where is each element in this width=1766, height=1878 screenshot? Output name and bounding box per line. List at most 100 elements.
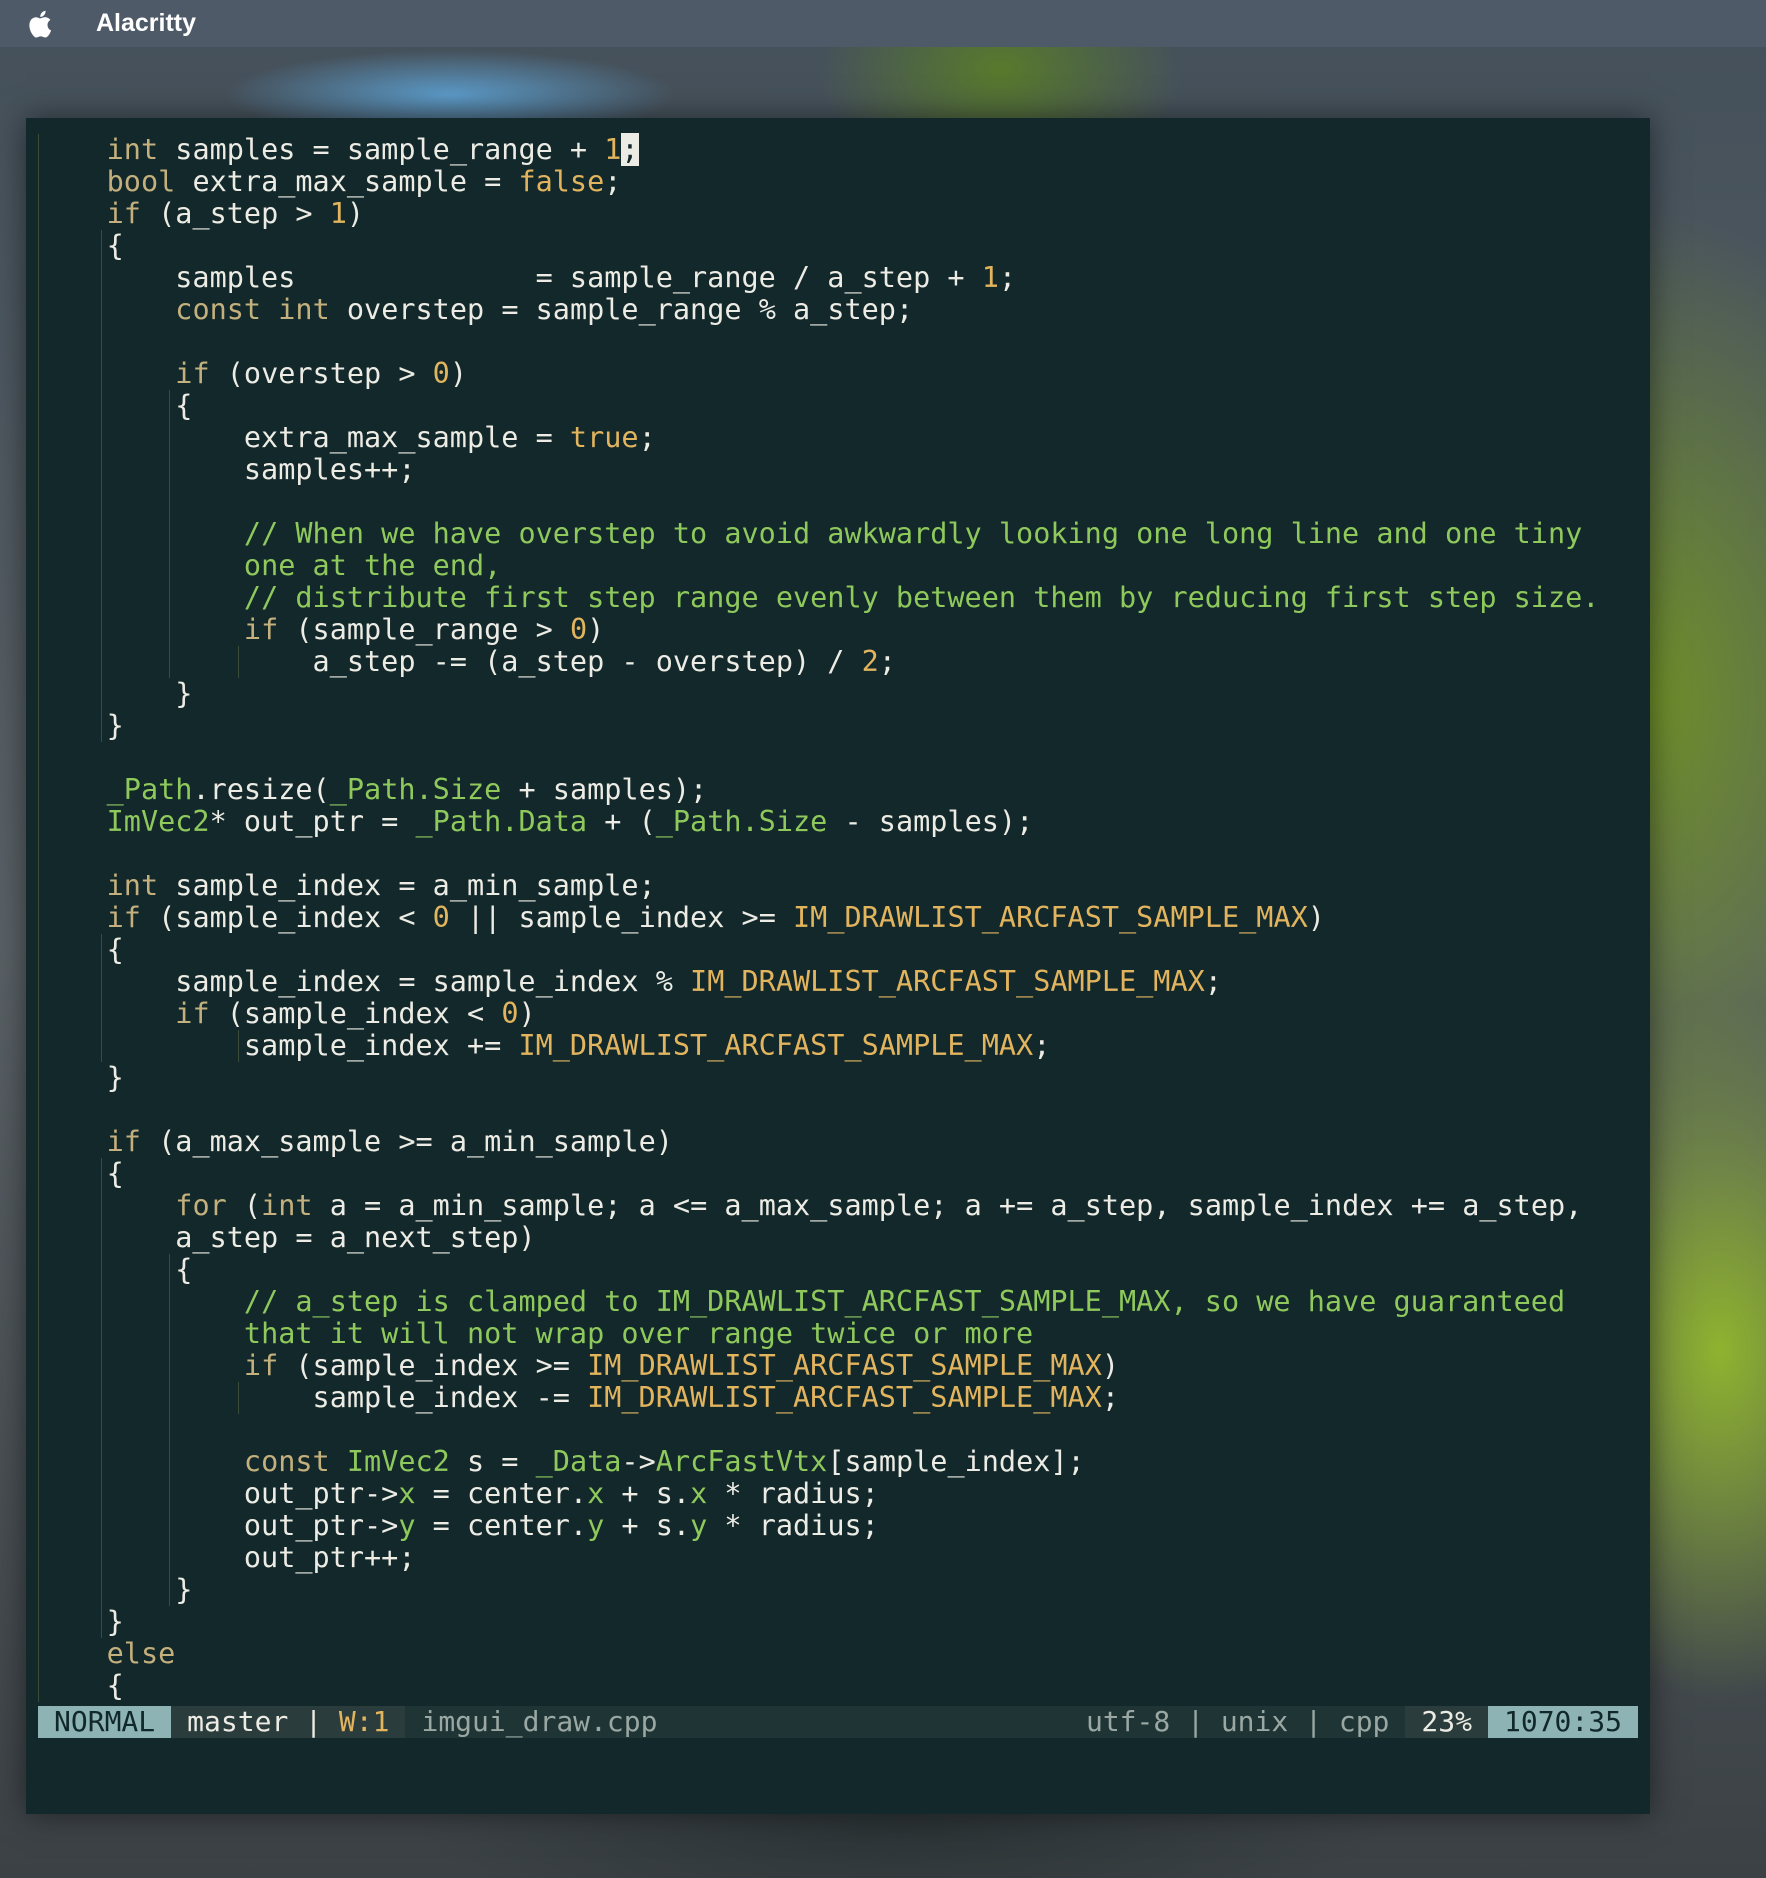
code-line[interactable]: sample_index = sample_index % IM_DRAWLIS…	[38, 966, 1638, 998]
code-token: {	[38, 1157, 124, 1190]
code-token: (sample_index <	[140, 901, 433, 934]
code-line[interactable]: {	[38, 934, 1638, 966]
code-line[interactable]: }	[38, 678, 1638, 710]
code-token: ->	[621, 1445, 656, 1478]
code-line[interactable]: a_step = a_next_step)	[38, 1222, 1638, 1254]
code-line[interactable]: a_step -= (a_step - overstep) / 2;	[38, 646, 1638, 678]
apple-icon[interactable]	[26, 7, 56, 41]
code-line[interactable]: // When we have overstep to avoid awkwar…	[38, 518, 1638, 550]
code-line[interactable]: _Path.resize(_Path.Size + samples);	[38, 774, 1638, 806]
warnings-count: W:1	[338, 1705, 390, 1738]
code-token: 0	[432, 901, 450, 934]
code-token: (sample_index >=	[278, 1349, 588, 1382]
git-separator: |	[288, 1705, 339, 1738]
code-line[interactable]	[38, 1414, 1638, 1446]
code-line[interactable]	[38, 326, 1638, 358]
code-token: )	[449, 357, 468, 390]
code-token: ArcFastVtx	[655, 1445, 828, 1478]
code-token: (sample_index <	[209, 997, 502, 1030]
code-token: ;	[998, 261, 1017, 294]
code-line[interactable]: ImVec2* out_ptr = _Path.Data + (_Path.Si…	[38, 806, 1638, 838]
code-line[interactable]: // distribute first step range evenly be…	[38, 582, 1638, 614]
code-line[interactable]: // a_step is clamped to IM_DRAWLIST_ARCF…	[38, 1286, 1638, 1318]
code-token: out_ptr++;	[38, 1541, 416, 1574]
code-line[interactable]: }	[38, 1606, 1638, 1638]
code-line[interactable]: }	[38, 1574, 1638, 1606]
code-line[interactable]: {	[38, 1254, 1638, 1286]
code-token: for	[175, 1189, 227, 1222]
code-line[interactable]	[38, 838, 1638, 870]
code-line[interactable]: }	[38, 1062, 1638, 1094]
code-token: a = a_min_sample; a <= a_max_sample; a +…	[312, 1189, 1583, 1222]
code-line[interactable]: out_ptr->y = center.y + s.y * radius;	[38, 1510, 1638, 1542]
terminal-window[interactable]: int samples = sample_range + 1; bool ext…	[26, 118, 1650, 1814]
code-token: }	[38, 677, 193, 710]
code-token: bool	[106, 165, 176, 198]
code-line[interactable]: if (sample_index < 0 || sample_index >= …	[38, 902, 1638, 934]
code-token: * radius;	[707, 1477, 879, 1510]
code-token: )	[1307, 901, 1325, 934]
code-line[interactable]: if (sample_range > 0)	[38, 614, 1638, 646]
code-token: )	[518, 997, 536, 1030]
code-line[interactable]	[38, 486, 1638, 518]
code-line[interactable]: if (a_max_sample >= a_min_sample)	[38, 1126, 1638, 1158]
code-token: int	[106, 133, 159, 166]
app-name[interactable]: Alacritty	[96, 9, 196, 38]
code-line[interactable]: samples = sample_range / a_step + 1;	[38, 262, 1638, 294]
code-line[interactable]: out_ptr++;	[38, 1542, 1638, 1574]
code-line[interactable]: extra_max_sample = true;	[38, 422, 1638, 454]
code-line[interactable]: {	[38, 230, 1638, 262]
code-token: )	[587, 613, 605, 646]
code-token: one at the end,	[243, 549, 502, 582]
code-token: }	[38, 1605, 124, 1638]
code-line[interactable]: if (sample_index >= IM_DRAWLIST_ARCFAST_…	[38, 1350, 1638, 1382]
code-line[interactable]: if (sample_index < 0)	[38, 998, 1638, 1030]
code-line[interactable]: one at the end,	[38, 550, 1638, 582]
code-line[interactable]: const ImVec2 s = _Data->ArcFastVtx[sampl…	[38, 1446, 1638, 1478]
code-line[interactable]: sample_index -= IM_DRAWLIST_ARCFAST_SAMP…	[38, 1382, 1638, 1414]
code-line[interactable]: {	[38, 1158, 1638, 1190]
code-token: (	[226, 1189, 262, 1222]
code-token: s =	[449, 1445, 536, 1478]
code-token: 1	[329, 197, 347, 230]
code-token: * out_ptr =	[209, 805, 416, 838]
code-line[interactable]: if (overstep > 0)	[38, 358, 1638, 390]
code-line[interactable]: {	[38, 390, 1638, 422]
code-line[interactable]: samples++;	[38, 454, 1638, 486]
code-token: ;	[1204, 965, 1222, 998]
file-info: utf-8 | unix | cpp	[1085, 1705, 1390, 1738]
code-token: IM_DRAWLIST_ARCFAST_SAMPLE_MAX	[690, 965, 1205, 998]
code-token: int	[261, 1189, 313, 1222]
code-line[interactable]: bool extra_max_sample = false;	[38, 166, 1638, 198]
code-line[interactable]: const int overstep = sample_range % a_st…	[38, 294, 1638, 326]
code-token: false	[518, 165, 605, 198]
code-line[interactable]: for (int a = a_min_sample; a <= a_max_sa…	[38, 1190, 1638, 1222]
code-line[interactable]: that it will not wrap over range twice o…	[38, 1318, 1638, 1350]
code-token: if	[243, 613, 279, 646]
code-line[interactable]: int sample_index = a_min_sample;	[38, 870, 1638, 902]
code-line[interactable]: int samples = sample_range + 1;	[38, 133, 1638, 166]
code-line[interactable]: }	[38, 710, 1638, 742]
code-line[interactable]	[38, 742, 1638, 774]
code-editor[interactable]: int samples = sample_range + 1; bool ext…	[38, 133, 1638, 1702]
code-token: )	[346, 197, 365, 230]
code-line[interactable]	[38, 1094, 1638, 1126]
code-token: + (	[587, 805, 656, 838]
code-token: ;	[1033, 1029, 1051, 1062]
code-line[interactable]: else	[38, 1638, 1638, 1670]
code-line[interactable]: out_ptr->x = center.x + s.x * radius;	[38, 1478, 1638, 1510]
code-line[interactable]: if (a_step > 1)	[38, 198, 1638, 230]
code-line[interactable]: sample_index += IM_DRAWLIST_ARCFAST_SAMP…	[38, 1030, 1638, 1062]
code-token: {	[38, 1669, 124, 1702]
code-line[interactable]: {	[38, 1670, 1638, 1702]
